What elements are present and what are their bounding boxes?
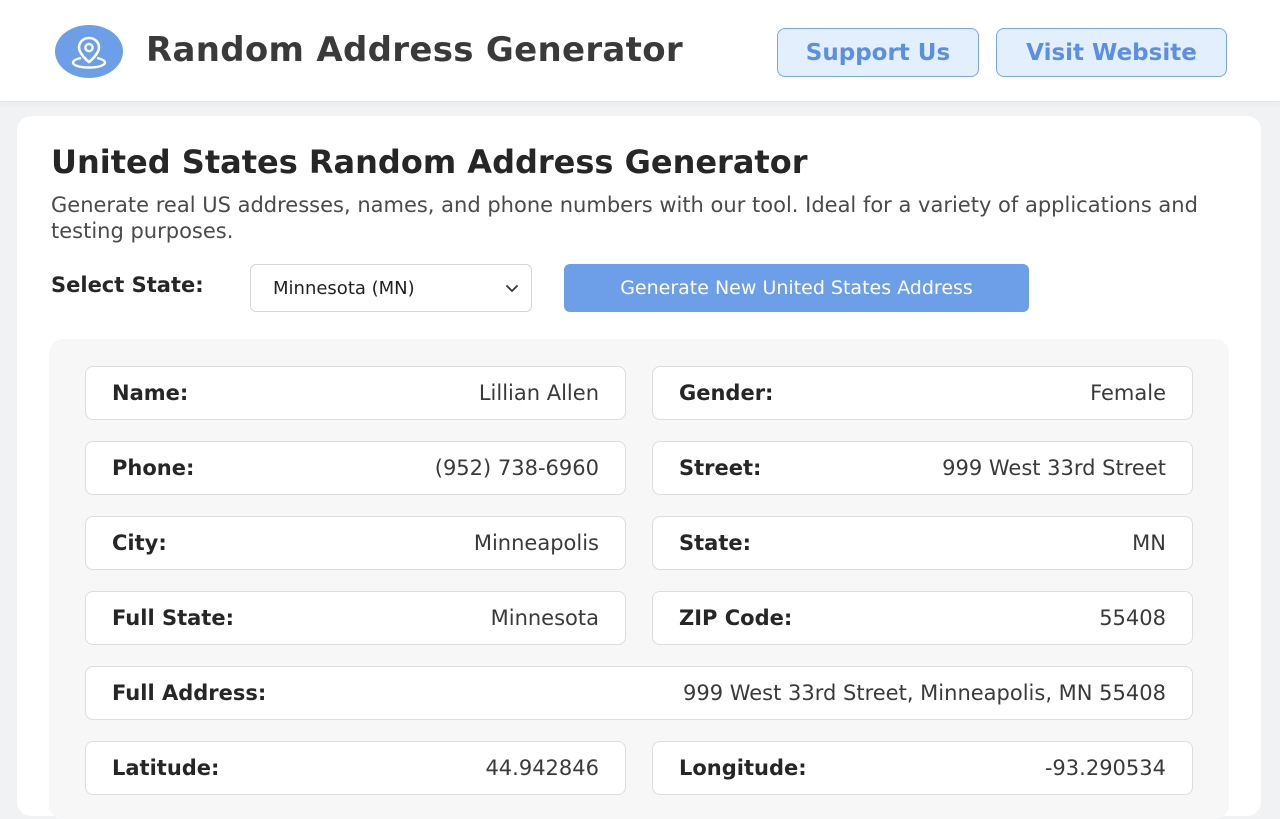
street-field[interactable]: Street: 999 West 33rd Street — [652, 441, 1193, 495]
city-field[interactable]: City: Minneapolis — [85, 516, 626, 570]
state-label: State: — [679, 531, 752, 555]
name-field[interactable]: Name: Lillian Allen — [85, 366, 626, 420]
longitude-value: -93.290534 — [1044, 756, 1166, 780]
longitude-label: Longitude: — [679, 756, 807, 780]
full-address-label: Full Address: — [112, 681, 267, 705]
full-address-value: 999 West 33rd Street, Minneapolis, MN 55… — [682, 681, 1166, 705]
chevron-down-icon — [506, 285, 518, 292]
state-select[interactable]: Minnesota (MN) — [250, 264, 532, 312]
city-label: City: — [112, 531, 167, 555]
state-value: MN — [1132, 531, 1166, 555]
phone-label: Phone: — [112, 456, 195, 480]
zip-code-field[interactable]: ZIP Code: 55408 — [652, 591, 1193, 645]
app-header: Random Address Generator Support Us Visi… — [0, 0, 1280, 102]
latitude-field[interactable]: Latitude: 44.942846 — [85, 741, 626, 795]
phone-value: (952) 738-6960 — [434, 456, 599, 480]
gender-field[interactable]: Gender: Female — [652, 366, 1193, 420]
generate-address-button[interactable]: Generate New United States Address — [564, 264, 1029, 312]
state-field[interactable]: State: MN — [652, 516, 1193, 570]
full-address-field[interactable]: Full Address: 999 West 33rd Street, Minn… — [85, 666, 1193, 720]
latitude-value: 44.942846 — [485, 756, 599, 780]
state-select-value: Minnesota (MN) — [273, 277, 415, 299]
zip-code-label: ZIP Code: — [679, 606, 793, 630]
support-us-button[interactable]: Support Us — [777, 28, 979, 77]
location-pin-icon — [55, 25, 123, 78]
zip-code-value: 55408 — [1099, 606, 1166, 630]
street-label: Street: — [679, 456, 762, 480]
longitude-field[interactable]: Longitude: -93.290534 — [652, 741, 1193, 795]
select-state-label: Select State: — [51, 273, 204, 297]
city-value: Minneapolis — [473, 531, 599, 555]
page-title: United States Random Address Generator — [51, 143, 808, 181]
full-state-field[interactable]: Full State: Minnesota — [85, 591, 626, 645]
full-state-value: Minnesota — [490, 606, 599, 630]
full-state-label: Full State: — [112, 606, 234, 630]
name-value: Lillian Allen — [478, 381, 599, 405]
gender-label: Gender: — [679, 381, 774, 405]
latitude-label: Latitude: — [112, 756, 220, 780]
name-label: Name: — [112, 381, 189, 405]
street-value: 999 West 33rd Street — [942, 456, 1166, 480]
visit-website-button[interactable]: Visit Website — [996, 28, 1227, 77]
phone-field[interactable]: Phone: (952) 738-6960 — [85, 441, 626, 495]
app-title: Random Address Generator — [146, 30, 683, 70]
gender-value: Female — [1090, 381, 1166, 405]
page-description: Generate real US addresses, names, and p… — [51, 193, 1198, 243]
